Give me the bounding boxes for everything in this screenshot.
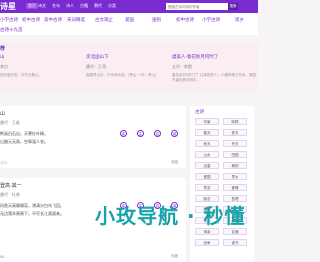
- poem-card: 山 唐代 · 王维 译 注 赏 读 荆溪白石出，天寒红叶稀。 山路元无雨，空翠湿…: [0, 106, 186, 168]
- recommend-item-author: 唐代 · 王湾: [86, 64, 106, 69]
- sidebar-tag[interactable]: 边塞: [195, 162, 219, 169]
- recommend-item-author: 五代 · 李煜: [172, 64, 192, 69]
- sidebar-tag[interactable]: 爱情: [223, 184, 247, 191]
- category-link[interactable]: 初中古诗: [176, 17, 194, 23]
- nav-dynasty[interactable]: 朝代: [94, 3, 102, 9]
- category-link[interactable]: 送别: [152, 17, 161, 23]
- category-link[interactable]: 高中古诗: [44, 17, 62, 23]
- recommend-item-desc: 客路青山外，行舟绿水前。(青山 一作：青山): [86, 73, 157, 77]
- poem-author[interactable]: 唐代 · 杜甫: [0, 192, 20, 198]
- poem-line: 荆溪白石出，天寒红叶稀。: [0, 131, 48, 136]
- poem-line: 山路元无雨，空翠湿人衣。: [0, 139, 48, 144]
- sidebar-tag[interactable]: 春天: [195, 129, 219, 136]
- category-link[interactable]: 古诗十九首: [0, 27, 23, 33]
- category-link[interactable]: 宋词精选: [67, 17, 85, 23]
- sidebar-tag[interactable]: 战争: [195, 239, 219, 246]
- sidebar-tag[interactable]: 夏天: [223, 129, 247, 136]
- poem-line: 风急天高猿啸哀，渚清沙白鸟飞回。: [0, 203, 64, 208]
- recommend-item-desc: 西北望长安，可怜无数山。: [0, 73, 42, 77]
- sidebar-tag[interactable]: 山水: [195, 151, 219, 158]
- poem-title[interactable]: 登高·其一: [0, 182, 22, 189]
- recommend-title: 荐: [0, 46, 6, 52]
- top-nav-bar: 诗星 首页 诗文 名句 诗人 古籍 朝代 分类 搜索: [0, 0, 258, 13]
- annotate-button[interactable]: 注: [136, 130, 144, 137]
- sidebar-tag[interactable]: 离别: [223, 162, 247, 169]
- nav-poets[interactable]: 诗人: [66, 3, 74, 9]
- recommend-item[interactable]: 虞美人·春花秋月何时了 五代 · 李煜 春花秋月何时了？往事知多少。小楼昨夜又东…: [172, 54, 256, 83]
- sidebar-tag[interactable]: 爱国: [195, 173, 219, 180]
- nav-quotes[interactable]: 名句: [52, 3, 60, 9]
- favorite-button[interactable]: 收藏: [171, 160, 178, 165]
- site-logo[interactable]: 诗星: [0, 1, 16, 12]
- poem-count: 88: [0, 255, 5, 259]
- search-input[interactable]: [166, 3, 228, 10]
- nav-category[interactable]: 分类: [108, 3, 116, 9]
- category-bar: 小学古诗 初中古诗 高中古诗 宋词精选 古文观止 爱国 送别 初中古诗 小学古诗…: [0, 13, 258, 35]
- favorite-button[interactable]: 收藏: [171, 254, 178, 259]
- sidebar-tags: 古诗 写景 咏物 春天 夏天 秋天 冬天 山水 田园 边塞 离别 爱国 思乡 思念 爱情 励志 哲理 闺怨 悼亡写…: [190, 106, 254, 262]
- read-button[interactable]: 读: [171, 130, 178, 137]
- recommend-item[interactable]: 山 李白 西北望长安，可怜无数山。: [0, 54, 80, 78]
- poem-count: 123: [0, 161, 7, 165]
- nav-home[interactable]: 首页: [26, 3, 38, 9]
- poem-author[interactable]: 唐代 · 王维: [0, 120, 20, 126]
- poem-tools: 译 注 赏 读: [115, 120, 178, 139]
- sidebar-tag[interactable]: 友情: [223, 228, 247, 235]
- sidebar-tag[interactable]: 秋天: [195, 140, 219, 147]
- watermark-logo: 小玫导航 · 秒懂: [95, 204, 246, 228]
- recommend-item-title[interactable]: 山: [0, 54, 80, 60]
- translate-button[interactable]: 译: [119, 130, 127, 137]
- recommend-section: 荐 山 李白 西北望长安，可怜无数山。 次北固山下 唐代 · 王湾 客路青山外，…: [0, 42, 258, 92]
- sidebar-tag[interactable]: 咏物: [223, 118, 247, 125]
- category-link[interactable]: 小学古诗: [202, 17, 220, 23]
- nav-books[interactable]: 古籍: [80, 3, 88, 9]
- recommend-item-author: 李白: [0, 64, 8, 69]
- sidebar-tag[interactable]: 田园: [223, 151, 247, 158]
- poem-list: 山 唐代 · 王维 译 注 赏 读 荆溪白石出，天寒红叶稀。 山路元无雨，空翠湿…: [0, 106, 186, 262]
- search-button[interactable]: 搜索: [228, 3, 238, 10]
- recommend-item-desc: 春花秋月何时了？往事知多少。小楼昨夜又东风，故国不堪回首月明中。: [172, 73, 256, 82]
- recommend-item-title[interactable]: 虞美人·春花秋月何时了: [172, 54, 256, 60]
- sidebar-tag[interactable]: 思念: [195, 184, 219, 191]
- sidebar-tag[interactable]: 冬天: [223, 140, 247, 147]
- appreciate-button[interactable]: 赏: [153, 130, 161, 137]
- category-link[interactable]: 古文观止: [95, 17, 113, 23]
- category-link[interactable]: 初中古诗: [22, 17, 40, 23]
- sidebar-tag[interactable]: 写景: [195, 118, 219, 125]
- poem-title[interactable]: 山: [0, 110, 5, 117]
- nav-poems[interactable]: 诗文: [38, 3, 46, 9]
- sidebar-tag[interactable]: 读书: [223, 239, 247, 246]
- category-link[interactable]: 爱国: [125, 17, 134, 23]
- recommend-item-title[interactable]: 次北固山下: [86, 54, 166, 60]
- poem-line: 无边落木萧萧下，不尽长江滚滚来。: [0, 211, 64, 216]
- sidebar-tag[interactable]: 母亲: [195, 228, 219, 235]
- category-link[interactable]: 思乡: [235, 17, 244, 23]
- sidebar-tag[interactable]: 思乡: [223, 173, 247, 180]
- recommend-item[interactable]: 次北固山下 唐代 · 王湾 客路青山外，行舟绿水前。(青山 一作：青山): [86, 54, 166, 78]
- sidebar-heading: 古诗: [195, 110, 204, 115]
- category-link[interactable]: 小学古诗: [0, 17, 18, 23]
